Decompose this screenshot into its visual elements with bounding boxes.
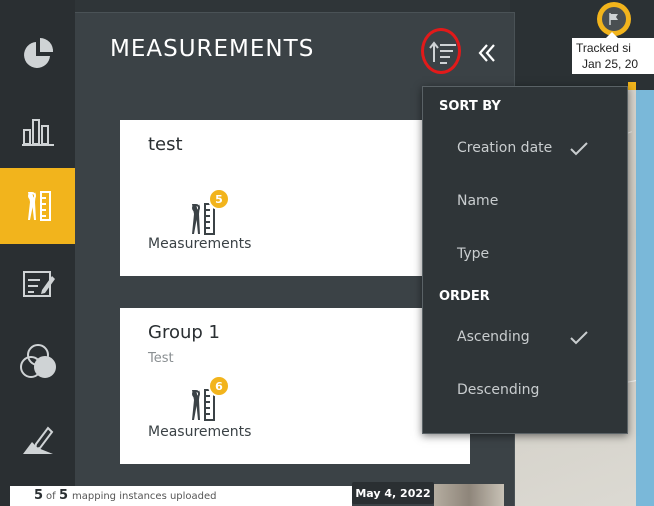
of-text: of: [46, 491, 56, 502]
nav-item-notes[interactable]: [0, 246, 75, 322]
sort-by-heading: SORT BY: [439, 99, 501, 114]
measurement-count-badge: 5: [208, 188, 230, 210]
tracked-site-marker[interactable]: [597, 2, 631, 36]
date-tag: May 4, 2022: [352, 482, 434, 504]
edit-note-icon: [22, 271, 55, 297]
order-option-ascending[interactable]: Ascending: [457, 329, 530, 345]
card-title: Group 1: [148, 322, 220, 343]
sort-option-name[interactable]: Name: [457, 193, 498, 209]
double-chevron-left-icon: [478, 44, 495, 62]
card-measurements-label: Measurements: [148, 236, 252, 252]
sort-option-type[interactable]: Type: [457, 246, 489, 262]
upload-status-bar: 5 of 5 mapping instances uploaded: [10, 486, 352, 506]
layers-circles-icon: [19, 344, 56, 378]
measurement-count-badge: 6: [208, 375, 230, 397]
order-heading: ORDER: [439, 289, 490, 304]
sidebar-nav: [0, 0, 75, 506]
card-subtitle: Test: [148, 351, 174, 366]
collapse-panel-button[interactable]: [476, 40, 498, 66]
card-measurements-label: Measurements: [148, 424, 252, 440]
map-marker-stem: [628, 82, 636, 90]
check-icon: [570, 142, 588, 156]
order-option-descending[interactable]: Descending: [457, 382, 539, 398]
measurement-tools-icon: [27, 191, 51, 221]
tooltip-line1: Tracked si: [576, 41, 631, 55]
nav-item-measurements[interactable]: [0, 168, 75, 244]
panel-title: MEASUREMENTS: [110, 36, 315, 62]
uploaded-count: 5: [34, 488, 44, 503]
flag-icon: [609, 13, 618, 25]
measurement-group-card[interactable]: test Measurements: [120, 120, 470, 276]
total-count: 5: [59, 488, 69, 503]
nav-item-statistics[interactable]: [0, 16, 75, 92]
tracked-site-tooltip: Tracked si Jan 25, 20: [572, 38, 654, 74]
measurement-group-card[interactable]: Group 1 Test Measurements: [120, 308, 470, 464]
sort-button-highlight-ring: [421, 28, 461, 74]
sort-option-creation-date[interactable]: Creation date: [457, 140, 552, 156]
card-title: test: [148, 134, 183, 155]
tooltip-line2: Jan 25, 20: [582, 57, 639, 71]
nav-item-charts[interactable]: [0, 92, 75, 168]
nav-item-layers[interactable]: [0, 324, 75, 400]
nav-item-draw[interactable]: [0, 402, 75, 478]
check-icon: [570, 331, 588, 345]
map-water-strip: [636, 90, 654, 506]
map-thumbnail: [434, 484, 504, 506]
pie-chart-icon: [23, 37, 53, 68]
upload-status-text: mapping instances uploaded: [72, 491, 217, 502]
sort-dropdown-menu: SORT BY Creation date Name Type ORDER As…: [422, 86, 628, 434]
bar-chart-icon: [21, 119, 54, 146]
draw-area-icon: [22, 426, 53, 454]
